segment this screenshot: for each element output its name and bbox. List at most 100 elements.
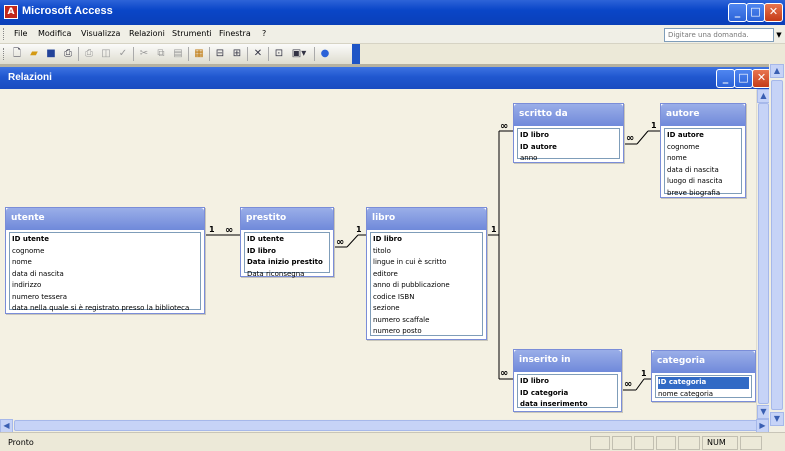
field-item[interactable]: ID libro xyxy=(520,376,615,388)
field-item[interactable]: data inserimento xyxy=(520,399,615,411)
field-item[interactable]: ID autore xyxy=(520,142,617,154)
table-autore[interactable]: autore ID autore cognome nome data di na… xyxy=(660,103,746,198)
cardinality-many: ∞ xyxy=(624,379,633,390)
app-vertical-scrollbar[interactable]: ▲ ▼ xyxy=(769,64,785,432)
menu-grip[interactable] xyxy=(3,28,6,40)
field-item[interactable]: numero posto xyxy=(373,326,480,338)
field-item[interactable]: ID libro xyxy=(520,130,617,142)
show-all-icon[interactable]: ⊞ xyxy=(230,47,244,61)
field-item[interactable]: codice ISBN xyxy=(373,292,480,304)
save-icon[interactable]: ■ xyxy=(44,47,58,61)
menu-finestra[interactable]: Finestra xyxy=(219,29,251,38)
status-cell xyxy=(634,436,654,450)
field-item[interactable]: Data riconsegna xyxy=(247,269,327,281)
show-table-icon[interactable]: ▦ xyxy=(192,47,206,61)
app-scroll-up-icon[interactable]: ▲ xyxy=(770,64,784,78)
print-icon[interactable]: ⎙ xyxy=(82,47,96,61)
menu-visualizza[interactable]: Visualizza xyxy=(81,29,120,38)
table-header[interactable]: autore xyxy=(661,104,745,126)
horizontal-scroll-thumb[interactable] xyxy=(14,420,758,431)
field-item[interactable]: anno di pubblicazione xyxy=(373,280,480,292)
toolbar-separator xyxy=(314,47,315,61)
delete-icon[interactable]: ✕ xyxy=(251,47,265,61)
new-object-icon[interactable]: ▣▾ xyxy=(289,47,309,61)
help-dropdown-arrow-icon[interactable]: ▼ xyxy=(774,28,784,42)
field-item[interactable]: ID utente xyxy=(247,234,327,246)
horizontal-scrollbar[interactable]: ◀ ▶ xyxy=(0,419,769,433)
table-categoria[interactable]: categoria ID categoria nome categoria xyxy=(651,350,756,402)
cut-icon[interactable]: ✂ xyxy=(137,47,151,61)
vertical-scrollbar[interactable]: ▲ ▼ xyxy=(756,89,770,419)
scroll-left-icon[interactable]: ◀ xyxy=(0,419,13,433)
table-header[interactable]: libro xyxy=(367,208,486,230)
field-item[interactable]: indirizzo xyxy=(12,280,198,292)
maximize-button[interactable]: □ xyxy=(746,3,765,22)
field-item[interactable]: data di nascita xyxy=(667,165,739,177)
rel-maximize-button[interactable]: □ xyxy=(734,69,753,88)
menu-help[interactable]: ? xyxy=(262,29,266,38)
table-header[interactable]: utente xyxy=(6,208,204,230)
field-item[interactable]: ID libro xyxy=(247,246,327,258)
field-item[interactable]: titolo xyxy=(373,246,480,258)
field-item[interactable]: ID categoria xyxy=(520,388,615,400)
menu-file[interactable]: File xyxy=(14,29,27,38)
relationships-icon[interactable]: ⊡ xyxy=(272,47,286,61)
open-icon[interactable]: ▰ xyxy=(27,47,41,61)
relation-inserito-in-categoria xyxy=(635,378,645,391)
new-icon[interactable]: 🗋 xyxy=(10,47,24,61)
field-item[interactable]: editore xyxy=(373,269,480,281)
print-preview-icon[interactable]: ⎙ xyxy=(61,47,75,61)
field-item[interactable]: cognome xyxy=(667,142,739,154)
menu-relazioni[interactable]: Relazioni xyxy=(129,29,165,38)
help-question-input[interactable]: Digitare una domanda. xyxy=(664,28,774,42)
field-item[interactable]: ID autore xyxy=(667,130,739,142)
app-scroll-down-icon[interactable]: ▼ xyxy=(770,412,784,426)
spellcheck-icon[interactable]: ✓ xyxy=(116,47,130,61)
field-item[interactable]: sezione xyxy=(373,303,480,315)
field-item[interactable]: ID libro xyxy=(373,234,480,246)
field-item[interactable]: numero tessera xyxy=(12,292,198,304)
help-icon[interactable]: ● xyxy=(318,47,332,61)
paste-icon[interactable]: ▤ xyxy=(171,47,185,61)
status-cell xyxy=(678,436,700,450)
access-logo-icon: A xyxy=(4,5,18,19)
rel-minimize-button[interactable]: _ xyxy=(716,69,735,88)
field-item[interactable]: data di nascita xyxy=(12,269,198,281)
minimize-button[interactable]: _ xyxy=(728,3,747,22)
table-libro[interactable]: libro ID libro titolo lingue in cui è sc… xyxy=(366,207,487,340)
field-item[interactable]: anno xyxy=(520,153,617,165)
toolbar-grip[interactable] xyxy=(3,48,6,60)
relationships-canvas[interactable]: 1 ∞ ∞ 1 1 ∞ ∞ ∞ 1 ∞ 1 utente ID utente c… xyxy=(0,89,769,419)
toolbar: 🗋 ▰ ■ ⎙ ⎙ ◫ ✓ ✂ ⧉ ▤ ▦ ⊟ ⊞ ✕ ⊡ ▣▾ ● xyxy=(0,44,360,64)
vertical-scroll-thumb[interactable] xyxy=(758,103,769,404)
copy-icon[interactable]: ⧉ xyxy=(154,47,168,61)
field-item[interactable]: data nella quale si è registrato presso … xyxy=(12,303,198,315)
field-item[interactable]: ID utente xyxy=(12,234,198,246)
show-direct-icon[interactable]: ⊟ xyxy=(213,47,227,61)
field-item[interactable]: nome xyxy=(667,153,739,165)
table-scritto-da[interactable]: scritto da ID libro ID autore anno xyxy=(513,103,624,163)
close-button[interactable]: ✕ xyxy=(764,3,783,22)
field-item-selected[interactable]: ID categoria xyxy=(658,377,749,389)
field-item[interactable]: nome categoria xyxy=(658,389,749,401)
table-header[interactable]: scritto da xyxy=(514,104,623,126)
table-inserito-in[interactable]: inserito in ID libro ID categoria data i… xyxy=(513,349,622,412)
field-item[interactable]: nome xyxy=(12,257,198,269)
scroll-right-icon[interactable]: ▶ xyxy=(756,419,769,433)
table-prestito[interactable]: prestito ID utente ID libro Data inizio … xyxy=(240,207,334,278)
field-item[interactable]: cognome xyxy=(12,246,198,258)
field-item[interactable]: lingue in cui è scritto xyxy=(373,257,480,269)
field-item[interactable]: luogo di nascita xyxy=(667,176,739,188)
app-scroll-thumb[interactable] xyxy=(771,80,783,410)
field-item[interactable]: Data inizio prestito xyxy=(247,257,327,269)
table-utente[interactable]: utente ID utente cognome nome data di na… xyxy=(5,207,205,314)
menu-modifica[interactable]: Modifica xyxy=(38,29,71,38)
table-header[interactable]: prestito xyxy=(241,208,333,230)
preview-icon[interactable]: ◫ xyxy=(99,47,113,61)
menu-strumenti[interactable]: Strumenti xyxy=(172,29,212,38)
toolbar-overflow-button[interactable] xyxy=(352,44,360,64)
table-header[interactable]: categoria xyxy=(652,351,755,373)
table-header[interactable]: inserito in xyxy=(514,350,621,372)
field-item[interactable]: breve biografia xyxy=(667,188,739,200)
field-item[interactable]: numero scaffale xyxy=(373,315,480,327)
